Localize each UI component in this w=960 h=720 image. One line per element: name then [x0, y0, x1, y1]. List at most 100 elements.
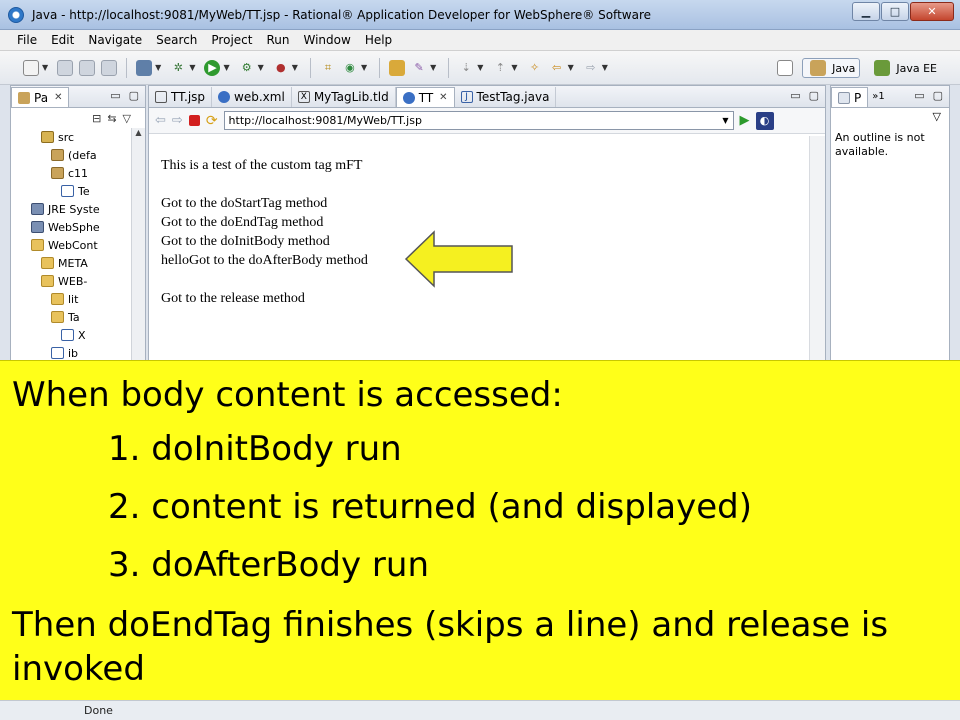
tree-item-label: META: [58, 256, 88, 270]
tab-mytaglib-tld[interactable]: X MyTagLib.tld: [292, 87, 396, 107]
edit-icon[interactable]: ✎: [411, 60, 427, 76]
left-arrow-annotation: [404, 230, 513, 288]
chevron-down-icon[interactable]: ▼: [155, 63, 161, 72]
run-icon[interactable]: ▶: [204, 59, 221, 76]
chevron-down-icon[interactable]: ▼: [511, 63, 517, 72]
tab-label: TT.jsp: [171, 90, 206, 104]
xml-icon: X: [297, 91, 310, 103]
tree-item[interactable]: c11: [11, 164, 145, 182]
tree-item[interactable]: Te: [11, 182, 145, 200]
menu-navigate[interactable]: Navigate: [81, 33, 149, 47]
maximize-view-icon[interactable]: ▢: [933, 89, 943, 102]
tab-package-explorer[interactable]: Pa ✕: [11, 87, 70, 107]
chevron-down-icon[interactable]: ▼: [602, 63, 608, 72]
menu-search[interactable]: Search: [149, 33, 204, 47]
stop-icon[interactable]: [188, 115, 200, 126]
scroll-up-icon[interactable]: ▲: [132, 128, 145, 137]
tab-testtag-java[interactable]: J TestTag.java: [455, 87, 557, 107]
chevron-down-icon[interactable]: ▼: [361, 63, 367, 72]
chevron-down-icon[interactable]: ▼: [568, 63, 574, 72]
open-perspective-icon[interactable]: [777, 60, 794, 76]
tree-item[interactable]: X: [11, 326, 145, 344]
menu-edit[interactable]: Edit: [44, 33, 81, 47]
prev-annotation-icon[interactable]: ⇡: [492, 60, 508, 76]
print-icon[interactable]: [101, 59, 118, 76]
chevron-down-icon[interactable]: ▼: [189, 63, 195, 72]
minimize-button[interactable]: ▁: [852, 2, 880, 21]
maximize-view-icon[interactable]: ▢: [129, 89, 139, 102]
tree-item[interactable]: src: [11, 128, 145, 146]
back-arrow-icon[interactable]: ⇦: [155, 113, 166, 128]
more-views-button[interactable]: »1: [868, 91, 888, 102]
minimize-view-icon[interactable]: ▭: [110, 89, 120, 102]
tree-scrollbar[interactable]: ▲: [131, 128, 145, 374]
tree-item-label: Te: [78, 184, 90, 198]
menu-bar: File Edit Navigate Search Project Run Wi…: [0, 30, 960, 51]
tree-item[interactable]: WebSphe: [11, 218, 145, 236]
next-annotation-icon[interactable]: ⇣: [458, 60, 474, 76]
tree-item[interactable]: lit: [11, 290, 145, 308]
tab-outline[interactable]: P: [831, 87, 869, 107]
save-icon[interactable]: [57, 59, 74, 76]
chevron-down-icon[interactable]: ▼: [292, 63, 298, 72]
view-menu-icon[interactable]: ▽: [831, 108, 949, 123]
minimize-view-icon[interactable]: ▭: [914, 89, 924, 102]
close-icon[interactable]: ✕: [54, 92, 62, 103]
tree-item[interactable]: META: [11, 254, 145, 272]
palette-icon: [838, 91, 850, 104]
perspective-java-ee[interactable]: Java EE: [866, 58, 942, 78]
chevron-down-icon[interactable]: ▼: [258, 63, 264, 72]
maximize-view-icon[interactable]: ▢: [809, 89, 819, 102]
run-tools-icon[interactable]: ⚙: [239, 60, 255, 76]
tree-item[interactable]: Ta: [11, 308, 145, 326]
new-package-icon[interactable]: ⌗: [320, 60, 336, 76]
forward-arrow-icon[interactable]: ⇨: [172, 113, 183, 128]
menu-window[interactable]: Window: [296, 33, 357, 47]
save-all-icon[interactable]: [79, 59, 96, 76]
external-tools-icon[interactable]: ●: [273, 60, 289, 76]
perspective-java[interactable]: Java: [802, 58, 861, 78]
menu-run[interactable]: Run: [259, 33, 296, 47]
server-icon[interactable]: [136, 59, 153, 76]
chevron-down-icon[interactable]: ▼: [477, 63, 483, 72]
refresh-icon[interactable]: ⟳: [206, 113, 218, 129]
minimize-view-icon[interactable]: ▭: [790, 89, 800, 102]
close-button[interactable]: ✕: [910, 2, 954, 21]
menu-help[interactable]: Help: [358, 33, 399, 47]
chevron-down-icon[interactable]: ▼: [430, 63, 436, 72]
forward-icon[interactable]: ⇨: [583, 60, 599, 76]
java-ee-perspective-icon: [874, 60, 891, 76]
collapse-all-icon[interactable]: ⊟: [92, 112, 101, 125]
maximize-button[interactable]: □: [881, 2, 909, 21]
link-editor-icon[interactable]: ⇆: [107, 112, 116, 125]
folder-icon: [31, 239, 44, 251]
tab-tt-browser[interactable]: TT ✕: [395, 87, 455, 107]
new-icon[interactable]: [23, 59, 39, 76]
chevron-down-icon[interactable]: ▼: [223, 63, 229, 72]
menu-file[interactable]: File: [10, 33, 44, 47]
tab-web-xml[interactable]: web.xml: [212, 87, 292, 107]
tab-tt-jsp[interactable]: TT.jsp: [149, 87, 213, 107]
last-edit-icon[interactable]: ✧: [527, 60, 543, 76]
chevron-down-icon[interactable]: ▼: [42, 63, 48, 72]
web-browser-icon[interactable]: ◐: [755, 111, 774, 130]
page-scrollbar[interactable]: [809, 136, 825, 374]
tree-item-label: JRE Syste: [48, 202, 100, 216]
menu-project[interactable]: Project: [204, 33, 259, 47]
new-class-icon[interactable]: ◉: [342, 60, 358, 76]
chevron-down-icon[interactable]: ▼: [722, 116, 728, 125]
tree-item[interactable]: WebCont: [11, 236, 145, 254]
go-icon[interactable]: ▶: [740, 113, 750, 128]
tree-item[interactable]: JRE Syste: [11, 200, 145, 218]
debug-icon[interactable]: ✲: [170, 60, 186, 76]
view-menu-icon[interactable]: ▽: [123, 112, 131, 125]
tree-item[interactable]: (defa: [11, 146, 145, 164]
status-bar: Done: [0, 700, 960, 720]
tree-item[interactable]: WEB-: [11, 272, 145, 290]
close-icon[interactable]: ✕: [439, 92, 447, 103]
back-icon[interactable]: ⇦: [549, 60, 565, 76]
page-text-line: This is a test of the custom tag mFT: [161, 158, 363, 173]
url-input[interactable]: http://localhost:9081/MyWeb/TT.jsp ▼: [223, 111, 734, 130]
open-folder-icon[interactable]: [389, 59, 406, 76]
tree-item-label: WebCont: [48, 238, 98, 252]
